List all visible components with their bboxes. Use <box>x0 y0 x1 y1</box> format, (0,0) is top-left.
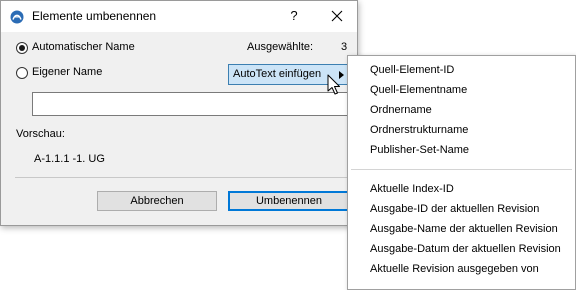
custom-name-radio[interactable] <box>16 67 28 79</box>
close-icon <box>331 10 343 22</box>
menu-item-publisher-set-name[interactable]: Publisher-Set-Name <box>370 144 469 156</box>
autotext-insert-label: AutoText einfügen <box>233 68 322 80</box>
dialog-title: Elemente umbenennen <box>32 9 157 23</box>
automatic-name-label[interactable]: Automatischer Name <box>32 41 135 53</box>
menu-separator <box>351 169 572 170</box>
menu-item-current-index-id[interactable]: Aktuelle Index-ID <box>370 183 454 195</box>
preview-label: Vorschau: <box>16 128 65 140</box>
menu-item-source-element-id[interactable]: Quell-Element-ID <box>370 64 454 76</box>
custom-name-label[interactable]: Eigener Name <box>32 66 102 78</box>
automatic-name-radio[interactable] <box>16 42 28 54</box>
custom-name-input[interactable] <box>32 92 349 116</box>
menu-item-revision-issue-date[interactable]: Ausgabe-Datum der aktuellen Revision <box>370 243 561 255</box>
rename-button[interactable]: Umbenennen <box>228 191 350 211</box>
help-button[interactable]: ? <box>282 6 306 26</box>
title-bar: Elemente umbenennen ? <box>1 1 357 32</box>
menu-item-revision-issued-by[interactable]: Aktuelle Revision ausgegeben von <box>370 263 539 275</box>
preview-value: A-1.1.1 -1. UG <box>34 153 105 165</box>
close-button[interactable] <box>325 6 349 26</box>
menu-item-revision-issue-name[interactable]: Ausgabe-Name der aktuellen Revision <box>370 223 558 235</box>
archicad-icon <box>10 10 24 24</box>
menu-item-folder-structure-name[interactable]: Ordnerstrukturname <box>370 124 468 136</box>
menu-item-folder-name[interactable]: Ordnername <box>370 104 432 116</box>
cancel-button[interactable]: Abbrechen <box>97 191 217 211</box>
divider <box>15 177 350 178</box>
selected-count-label: Ausgewählte: <box>247 41 314 53</box>
mouse-pointer-icon <box>327 74 340 95</box>
selected-count-value: 3 <box>341 41 348 53</box>
autotext-menu: Quell-Element-ID Quell-Elementname Ordne… <box>347 55 576 290</box>
menu-item-source-element-name[interactable]: Quell-Elementname <box>370 84 467 96</box>
rename-elements-dialog: Elemente umbenennen ? Automatischer Name… <box>0 0 358 226</box>
menu-item-revision-issue-id[interactable]: Ausgabe-ID der aktuellen Revision <box>370 203 539 215</box>
